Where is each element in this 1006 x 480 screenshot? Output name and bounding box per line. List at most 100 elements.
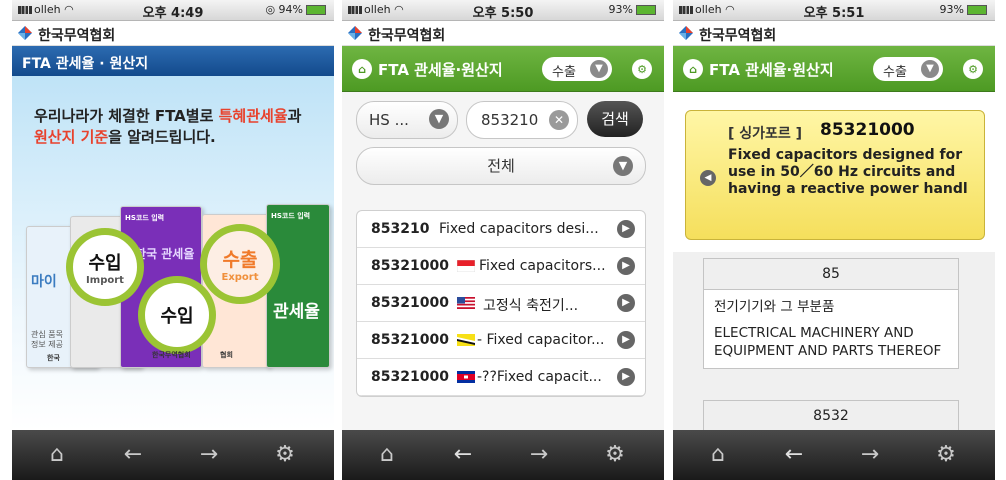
- book-label: HS코드 입력: [271, 212, 311, 220]
- chevron-left-icon[interactable]: ◀: [700, 170, 716, 186]
- cambodia-flag-icon: [457, 371, 475, 383]
- ring-sublabel: Import: [86, 274, 124, 286]
- status-bar: olleh ◠ 오후 5:51 93%: [673, 0, 995, 21]
- detail-description: Fixed capacitors designed for use in 50／…: [728, 147, 968, 197]
- intro-hero[interactable]: 우리나라가 체결한 FTA별로 특혜관세율과 원산지 기준을 알려드립니다. 마…: [12, 76, 334, 430]
- book-footer: 협회: [220, 351, 233, 359]
- hs-type-select[interactable]: HS ... ▼: [356, 101, 458, 139]
- status-bar: olleh ◠ 오후 5:50 93%: [342, 0, 664, 21]
- back-arrow-icon[interactable]: ←: [450, 443, 476, 467]
- forward-arrow-icon[interactable]: →: [196, 443, 222, 467]
- settings-gear-icon[interactable]: ⚙: [933, 443, 959, 467]
- hs-code-value: 853210: [481, 111, 539, 129]
- list-item[interactable]: 853210 Fixed capacitors desi... ▶: [357, 211, 645, 248]
- result-code: 85321000: [371, 332, 449, 348]
- screen-search-results: olleh ◠ 오후 5:50 93% 한국무역협회 ⌂ FTA 관세율·원산지…: [342, 0, 664, 480]
- battery-label: 93%: [608, 3, 633, 16]
- intro-line1: 우리나라가 체결한 FTA별로: [34, 107, 219, 125]
- battery-label: 93%: [939, 3, 964, 16]
- detail-panel: ◀ [ 싱가포르 ] 85321000 Fixed capacitors des…: [673, 92, 995, 433]
- list-item[interactable]: 85321000 -??Fixed capacit... ▶: [357, 359, 645, 396]
- result-desc: - Fixed capacitor...: [477, 332, 605, 348]
- kita-logo-icon: [679, 26, 693, 40]
- hs-chapter-table: 85 전기기기와 그 부분품 ELECTRICAL MACHINERY AND …: [703, 258, 959, 369]
- battery-label: ◎ 94%: [265, 3, 303, 16]
- book-label: HS코드 입력: [125, 214, 165, 222]
- battery-icon: [306, 5, 326, 15]
- list-item[interactable]: 85321000 고정식 축전기... ▶: [357, 285, 645, 322]
- export-import-select[interactable]: 수출 ▼: [542, 57, 612, 81]
- result-desc: Fixed capacitors...: [479, 258, 606, 274]
- ring-export: 수출 Export: [200, 224, 280, 304]
- home-icon[interactable]: ⌂: [44, 443, 70, 467]
- forward-arrow-icon[interactable]: →: [526, 443, 552, 467]
- detail-summary-card: ◀ [ 싱가포르 ] 85321000 Fixed capacitors des…: [685, 110, 985, 240]
- forward-arrow-icon[interactable]: →: [857, 443, 883, 467]
- chapter-body: 전기기기와 그 부분품 ELECTRICAL MACHINERY AND EQU…: [704, 290, 958, 368]
- ring-import: 수입 Import: [66, 228, 144, 306]
- book-title: 관세율: [273, 302, 320, 322]
- filter-select-value: 전체: [487, 157, 515, 175]
- title-bar: ⌂ FTA 관세율·원산지 수출 ▼ ⚙: [673, 46, 995, 92]
- brunei-flag-icon: [457, 334, 475, 346]
- book-title: 한국 관세율: [135, 247, 195, 261]
- home-icon[interactable]: ⌂: [705, 443, 731, 467]
- usa-flag-icon: [457, 297, 475, 309]
- gear-icon: ⚙: [968, 62, 978, 76]
- list-item[interactable]: 85321000 - Fixed capacitor... ▶: [357, 322, 645, 359]
- book-footer: 한국무역협회: [152, 351, 191, 359]
- intro-highlight-origin: 원산지 기준: [34, 128, 109, 146]
- chevron-right-icon: ▶: [617, 257, 635, 275]
- back-arrow-icon[interactable]: ←: [781, 443, 807, 467]
- battery-icon: [967, 5, 987, 15]
- book-line: 정보 제공: [31, 340, 63, 349]
- settings-gear-icon[interactable]: ⚙: [272, 443, 298, 467]
- result-code: 85321000: [371, 369, 449, 385]
- ring-sublabel: Export: [221, 272, 259, 283]
- result-code: 85321000: [371, 295, 449, 311]
- home-icon: ⌂: [358, 62, 366, 76]
- chevron-right-icon: ▶: [617, 368, 635, 386]
- detail-country: [ 싱가포르 ]: [728, 126, 803, 142]
- settings-button[interactable]: ⚙: [963, 59, 983, 79]
- settings-gear-icon[interactable]: ⚙: [602, 443, 628, 467]
- export-select-value: 수출: [883, 65, 907, 80]
- export-import-select[interactable]: 수출 ▼: [873, 57, 943, 81]
- kita-logo-icon: [348, 26, 362, 40]
- settings-button[interactable]: ⚙: [632, 59, 652, 79]
- clear-input-icon[interactable]: ✕: [549, 110, 569, 130]
- chapter-english: ELECTRICAL MACHINERY AND EQUIPMENT AND P…: [714, 325, 942, 359]
- brand-name: 한국무역협회: [699, 28, 777, 44]
- battery-status: 93%: [609, 3, 656, 16]
- country-filter-select[interactable]: 전체 ▼: [356, 147, 646, 185]
- title-bar: FTA 관세율 · 원산지: [12, 46, 334, 76]
- chapter-code: 85: [704, 259, 958, 290]
- list-item[interactable]: 85321000 Fixed capacitors... ▶: [357, 248, 645, 285]
- home-icon: ⌂: [689, 62, 697, 76]
- chevron-down-icon: ▼: [613, 156, 633, 176]
- page-title: FTA 관세율 · 원산지: [22, 56, 149, 72]
- screen-detail: olleh ◠ 오후 5:51 93% 한국무역협회 ⌂ FTA 관세율·원산지…: [673, 0, 995, 480]
- status-bar: olleh ◠ 오후 4:49 ◎ 94%: [12, 0, 334, 21]
- hs-heading-table: 8532: [703, 400, 959, 433]
- home-icon[interactable]: ⌂: [374, 443, 400, 467]
- intro-highlight-tariff: 특혜관세율: [218, 107, 288, 125]
- book-title: 마이: [31, 274, 57, 290]
- battery-status: 93%: [940, 3, 987, 16]
- result-code: 853210: [371, 221, 430, 237]
- result-desc: 고정식 축전기...: [483, 298, 579, 314]
- home-button[interactable]: ⌂: [352, 59, 372, 79]
- bottom-toolbar: ⌂ ← → ⚙: [342, 430, 664, 480]
- home-button[interactable]: ⌂: [683, 59, 703, 79]
- detail-code: 85321000: [820, 120, 915, 140]
- brand-header: 한국무역협회: [342, 21, 664, 46]
- kita-logo-icon: [18, 26, 32, 40]
- hs-code-input[interactable]: 853210 ✕: [466, 101, 578, 139]
- battery-icon: [636, 5, 656, 15]
- search-button[interactable]: 검색: [587, 101, 643, 137]
- chevron-right-icon: ▶: [617, 331, 635, 349]
- intro-line2: 을 알려드립니다.: [108, 128, 216, 146]
- chapter-korean: 전기기기와 그 부분품: [714, 299, 835, 315]
- hs-select-value: HS ...: [369, 111, 409, 129]
- back-arrow-icon[interactable]: ←: [120, 443, 146, 467]
